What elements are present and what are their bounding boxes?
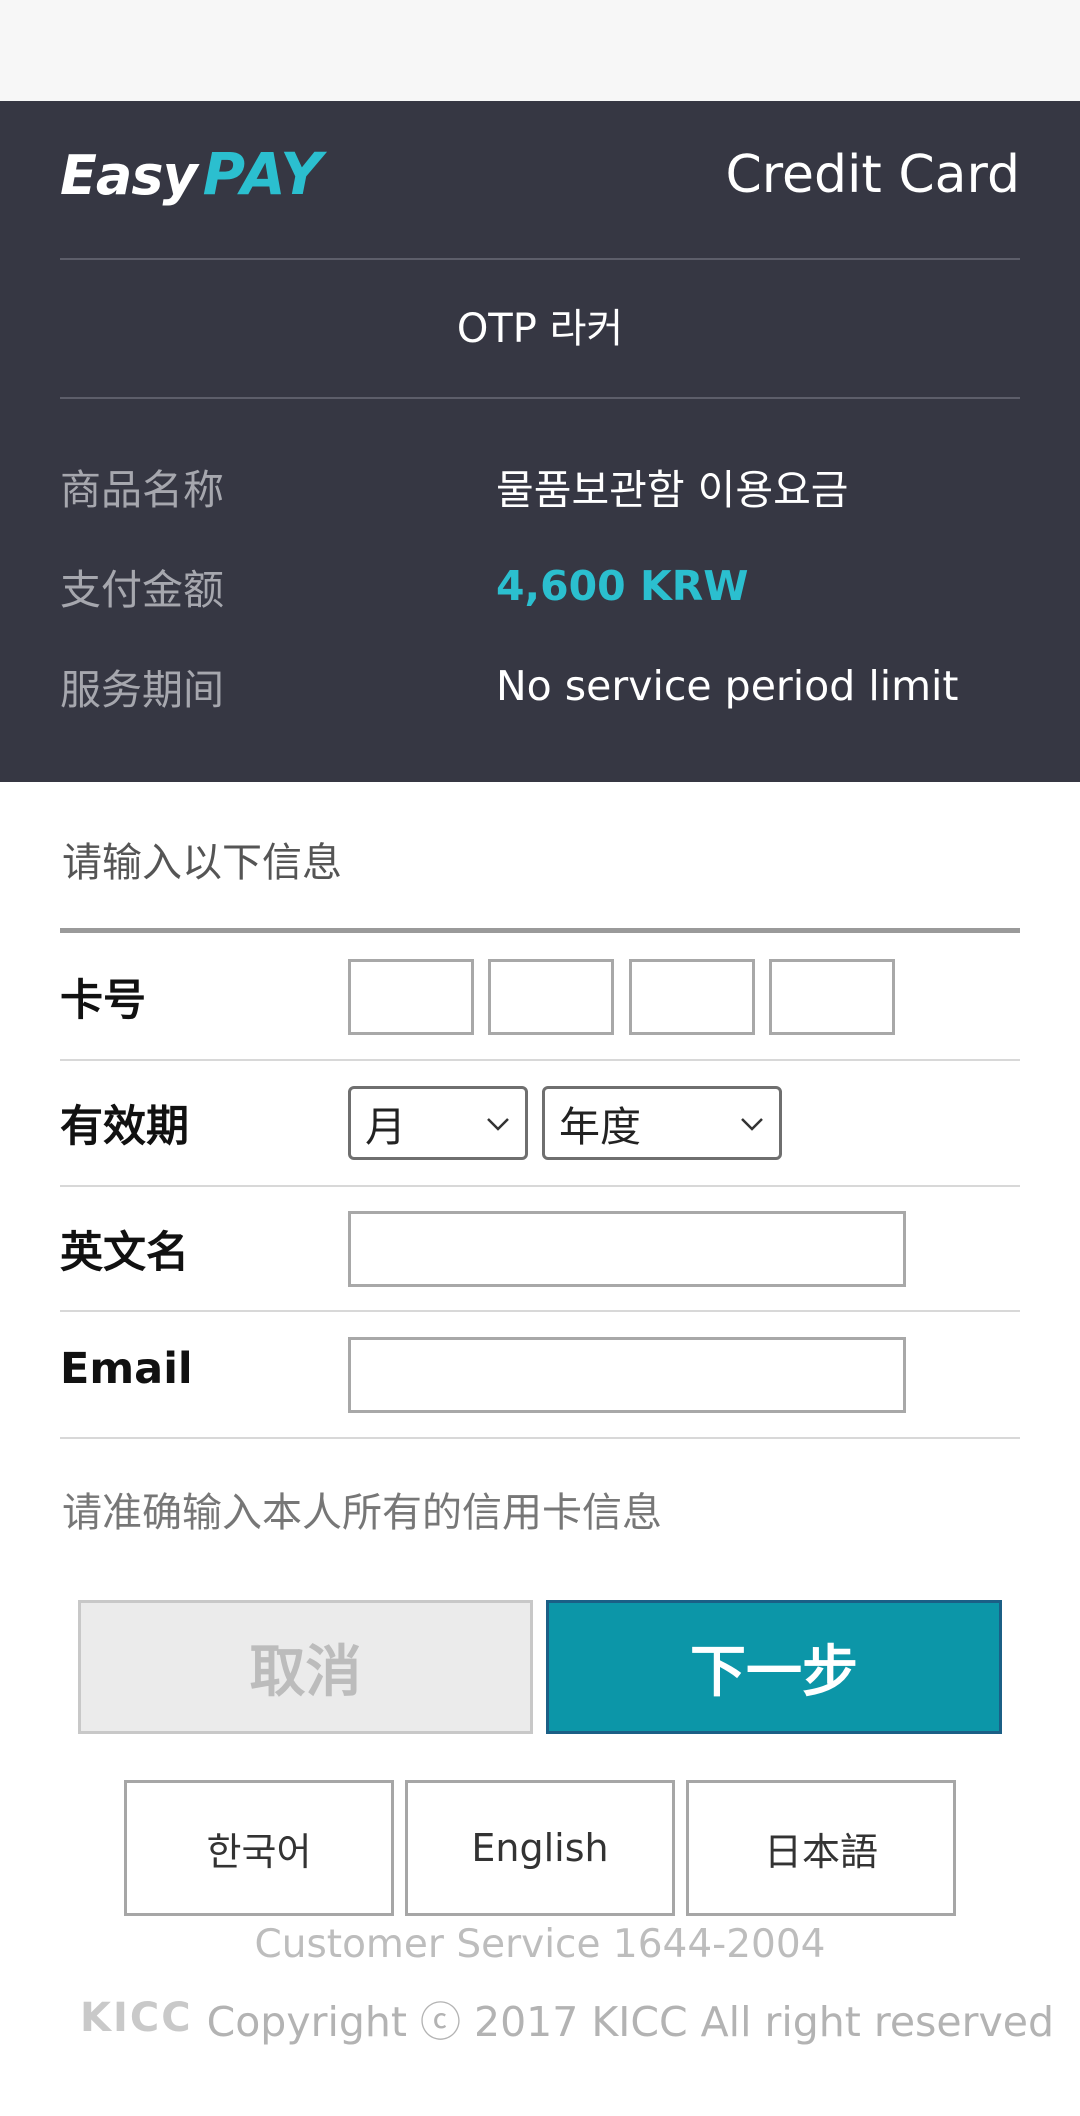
status-bar-area	[0, 0, 1080, 101]
merchant-name: OTP 라커	[456, 306, 624, 352]
next-button[interactable]: 下一步	[546, 1600, 1002, 1734]
expiry-month-select[interactable]: 月	[348, 1086, 528, 1160]
card-number-input-4[interactable]	[769, 959, 895, 1035]
row-divider	[60, 1310, 1020, 1312]
english-name-label: 英文名	[60, 1228, 189, 1278]
logo-easy-text: Easy	[60, 144, 198, 207]
logo-pay-text: PAY	[202, 140, 324, 208]
language-japanese-button[interactable]: 日本語	[686, 1780, 956, 1916]
service-period-value: No service period limit	[496, 662, 959, 710]
form-prompt: 请输入以下信息	[62, 840, 342, 886]
expiry-year-select[interactable]: 年度	[542, 1086, 782, 1160]
chevron-down-icon	[487, 1118, 509, 1131]
header-divider	[60, 258, 1020, 260]
cancel-button[interactable]: 取消	[78, 1600, 533, 1734]
header-divider	[60, 397, 1020, 399]
chevron-down-icon	[741, 1118, 763, 1131]
easypay-logo: Easy PAY	[60, 140, 323, 210]
product-name-value: 물품보관함 이용요금	[496, 466, 849, 514]
card-number-label: 卡号	[60, 976, 146, 1026]
email-label: Email	[60, 1344, 193, 1394]
page-title: Credit Card	[725, 145, 1020, 205]
row-divider	[60, 1185, 1020, 1187]
customer-service-text: Customer Service 1644-2004	[254, 1922, 826, 1967]
row-divider	[60, 1059, 1020, 1061]
language-korean-button[interactable]: 한국어	[124, 1780, 394, 1916]
info-row-service-period: 服务期间 No service period limit	[60, 656, 1020, 716]
info-row-amount: 支付金额 4,600 KRW	[60, 556, 1020, 616]
month-select-value: 月	[365, 1103, 406, 1151]
form-notice: 请准确输入本人所有的信用卡信息	[62, 1490, 662, 1536]
copyright-line: KICC Copyright ⓒ 2017 KICC All right res…	[80, 1988, 1054, 2048]
card-number-input-2[interactable]	[488, 959, 614, 1035]
info-row-product: 商品名称 물품보관함 이용요금	[60, 456, 1020, 516]
amount-value: 4,600 KRW	[496, 562, 749, 610]
row-divider	[60, 1437, 1020, 1439]
kicc-logo: KICC	[80, 1995, 193, 2041]
email-input[interactable]	[348, 1337, 906, 1413]
amount-label: 支付金额	[60, 566, 224, 614]
service-period-label: 服务期间	[60, 666, 224, 714]
card-number-input-1[interactable]	[348, 959, 474, 1035]
language-english-button[interactable]: English	[405, 1780, 675, 1916]
card-number-input-3[interactable]	[629, 959, 755, 1035]
copyright-text: Copyright ⓒ 2017 KICC All right reserved	[206, 1998, 1055, 2046]
product-name-label: 商品名称	[60, 466, 224, 514]
year-select-value: 年度	[559, 1103, 641, 1151]
expiry-label: 有效期	[60, 1102, 189, 1152]
english-name-input[interactable]	[348, 1211, 906, 1287]
form-top-divider	[60, 928, 1020, 933]
